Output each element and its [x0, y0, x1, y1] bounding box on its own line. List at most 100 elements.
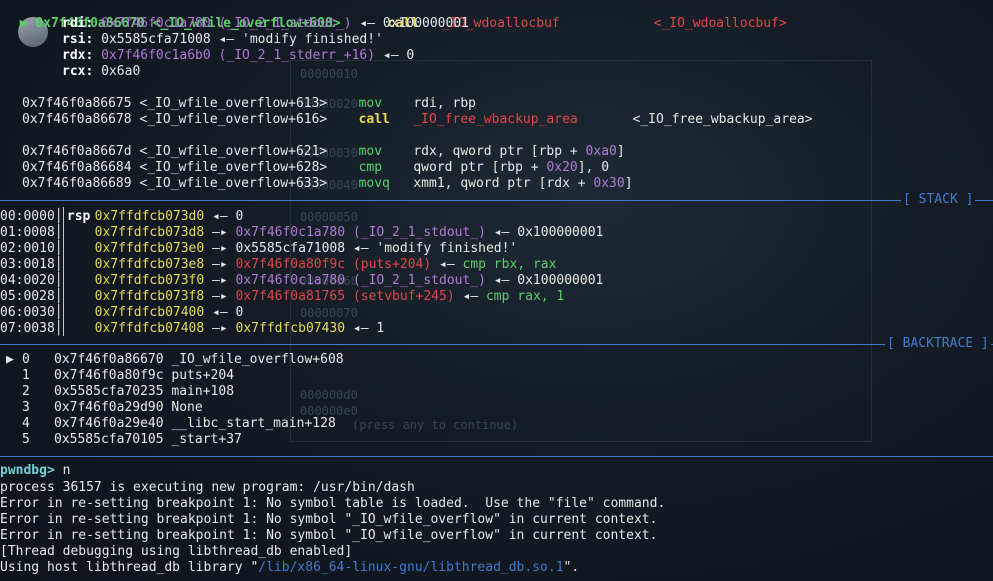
backtrace-frame[interactable]: ▶ 0 0x7f46f0a86670 _IO_wfile_overflow+608: [6, 352, 344, 368]
console-output-line: Error in re-setting breakpoint 1: No sym…: [0, 496, 666, 511]
ghost-hint: (press any to continue): [352, 418, 519, 432]
stack-row[interactable]: 02:0010│ 0x7ffdfcb073e0 —▸ 0x5585cfa71008…: [0, 241, 517, 257]
console-command[interactable]: n: [55, 463, 71, 478]
disasm-line[interactable]: 0x7f46f0a86684 <_IO_wfile_overflow+628> …: [22, 160, 609, 176]
ghost-hex-row: 00000050: [300, 210, 358, 224]
stack-row[interactable]: 00:0000│ rsp 0x7ffdfcb073d0 ◂— 0: [0, 209, 243, 225]
disasm-operands: rdi, rbp: [413, 96, 476, 111]
frame-symbol: _IO_wfile_overflow+608: [171, 352, 344, 367]
disasm-symbol: <_IO_wfile_overflow+633>: [139, 176, 328, 191]
frame-symbol: puts+204: [171, 368, 235, 383]
stack-register: rsp: [66, 209, 91, 224]
stack-value: 0: [235, 305, 244, 320]
stack-offset: 02:0010│: [0, 241, 63, 256]
stack-arrow: —▸: [204, 273, 236, 288]
frame-number: 5: [22, 432, 30, 447]
stack-deref: ◂— 0x100000001: [485, 273, 604, 288]
disasm-addr[interactable]: 0x7f46f0a8667d: [22, 144, 132, 159]
frame-address[interactable]: 0x7f46f0a29e40: [54, 416, 164, 431]
backtrace-title: [ BACKTRACE ]: [885, 336, 991, 352]
stack-address[interactable]: 0x7ffdfcb073f8: [95, 289, 205, 304]
console-output-line: Using host libthread_db library "/lib/x8…: [0, 560, 579, 576]
stack-instruction: cmp rbx, rax: [462, 257, 557, 272]
console-output-line: process 36157 is executing new program: …: [0, 480, 415, 495]
disasm-current-line[interactable]: ▶ 0x7f46f0a86670 <_IO_wfile_overflow+608…: [4, 0, 787, 31]
frame-symbol: __libc_start_main+128: [171, 416, 336, 431]
stack-row[interactable]: 07:0038│ 0x7ffdfcb07408 —▸ 0x7ffdfcb07430…: [0, 321, 384, 337]
backtrace-frame[interactable]: 3 0x7f46f0a29d90 None: [6, 400, 203, 416]
disasm-line[interactable]: 0x7f46f0a86689 <_IO_wfile_overflow+633> …: [22, 176, 633, 192]
disasm-opcode: mov: [358, 96, 383, 111]
stack-address[interactable]: 0x7ffdfcb073f0: [95, 273, 205, 288]
backtrace-frame[interactable]: 2 0x5585cfa70235 main+108: [6, 384, 234, 400]
stack-offset: 03:0018│: [0, 257, 63, 272]
frame-address[interactable]: 0x7f46f0a80f9c: [54, 368, 164, 383]
arg-deref: ◂— 0x100000001: [351, 16, 469, 31]
stack-offset: 04:0020│: [0, 273, 63, 288]
frame-address[interactable]: 0x5585cfa70235: [54, 384, 164, 399]
frame-number: 2: [22, 384, 30, 399]
disasm-addr[interactable]: 0x7f46f0a86689: [22, 176, 132, 191]
disasm-line[interactable]: 0x7f46f0a86678 <_IO_wfile_overflow+616> …: [22, 112, 813, 128]
ghost-hex-row: 00000010: [300, 67, 358, 81]
stack-address[interactable]: 0x7ffdfcb07408: [95, 321, 205, 336]
stack-row[interactable]: 01:0008│ 0x7ffdfcb073d8 —▸ 0x7f46f0c1a780…: [0, 225, 603, 241]
arg-reg: rdx:: [62, 48, 94, 63]
stack-deref: ◂— 1: [345, 321, 385, 336]
frame-number: 0: [22, 352, 30, 367]
frame-address[interactable]: 0x7f46f0a86670: [54, 352, 164, 367]
libthread-path[interactable]: /lib/x86_64-linux-gnu/libthread_db.so.1: [258, 560, 563, 575]
stack-row[interactable]: 06:0030│ 0x7ffdfcb07400 ◂— 0: [0, 305, 243, 321]
disasm-line[interactable]: 0x7f46f0a86675 <_IO_wfile_overflow+613> …: [22, 96, 476, 112]
stack-value: 0x5585cfa71008: [235, 241, 346, 256]
frame-marker: ▶: [6, 352, 14, 367]
stack-title: [ STACK ]: [901, 192, 976, 208]
backtrace-frame[interactable]: 4 0x7f46f0a29e40 __libc_start_main+128: [6, 416, 336, 432]
arg-rdx: rdx: 0x7f46f0c1a6b0 (_IO_2_1_stderr_+16)…: [62, 48, 414, 64]
stack-address[interactable]: 0x7ffdfcb073d0: [95, 209, 205, 224]
disasm-opcode: movq: [358, 176, 390, 191]
console-output-line: Error in re-setting breakpoint 1: No sym…: [0, 512, 658, 527]
frame-address[interactable]: 0x5585cfa70105: [54, 432, 164, 447]
disasm-addr[interactable]: 0x7f46f0a86675: [22, 96, 132, 111]
stack-row[interactable]: 04:0020│ 0x7ffdfcb073f0 —▸ 0x7f46f0c1a780…: [0, 273, 603, 289]
disasm-line[interactable]: 0x7f46f0a8667d <_IO_wfile_overflow+621> …: [22, 144, 625, 160]
ghost-hex-row: 00000070: [300, 306, 358, 320]
disasm-addr[interactable]: 0x7f46f0a86678: [22, 112, 132, 127]
frame-symbol: None: [171, 400, 203, 415]
disasm-addr[interactable]: 0x7f46f0a86684: [22, 160, 132, 175]
frame-number: 3: [22, 400, 30, 415]
backtrace-frame[interactable]: 1 0x7f46f0a80f9c puts+204: [6, 368, 234, 384]
arg-rsi: rsi: 0x5585cfa71008 ◂— 'modify finished!…: [62, 32, 383, 48]
stack-offset: 07:0038│: [0, 321, 63, 336]
disasm-immediate: 0x20: [546, 160, 578, 175]
backtrace-frame[interactable]: 5 0x5585cfa70105 _start+37: [6, 432, 242, 448]
stack-value: 0x7f46f0c1a780 (_IO_2_1_stdout_): [235, 225, 486, 240]
console-prompt-line[interactable]: pwndbg> n: [0, 463, 70, 479]
stack-separator: [0, 200, 993, 201]
stack-row[interactable]: 05:0028│ 0x7ffdfcb073f8 —▸ 0x7f46f0a81765…: [0, 289, 564, 305]
disasm-opcode: call: [358, 112, 390, 127]
stack-deref: ◂—: [431, 257, 463, 272]
disasm-immediate: 0x30: [593, 176, 625, 191]
stack-address[interactable]: 0x7ffdfcb073e8: [95, 257, 205, 272]
stack-arrow: —▸: [204, 321, 236, 336]
console-output-line: [Thread debugging using libthread_db ena…: [0, 544, 353, 559]
stack-address[interactable]: 0x7ffdfcb073d8: [95, 225, 205, 240]
console-separator: [0, 456, 993, 457]
stack-value: 0x7f46f0c1a780 (_IO_2_1_stdout_): [235, 273, 486, 288]
disasm-operands: qword ptr [rbp +: [413, 160, 547, 175]
frame-number: 1: [22, 368, 30, 383]
stack-address[interactable]: 0x7ffdfcb07400: [95, 305, 205, 320]
arg-value: 0x7f46f0c1a780 (_IO_2_1_stdout_): [101, 16, 352, 31]
stack-row[interactable]: 03:0018│ 0x7ffdfcb073e8 —▸ 0x7f46f0a80f9c…: [0, 257, 556, 273]
stack-value: 0: [235, 209, 244, 224]
disasm-call-target: _IO_free_wbackup_area: [413, 112, 578, 127]
frame-address[interactable]: 0x7f46f0a29d90: [54, 400, 164, 415]
frame-number: 4: [22, 416, 30, 431]
disasm-immediate: 0xa0: [585, 144, 617, 159]
stack-address[interactable]: 0x7ffdfcb073e0: [95, 241, 205, 256]
stack-deref: ◂— 0x100000001: [485, 225, 604, 240]
stack-deref: ◂—: [454, 289, 486, 304]
arg-value: 0x5585cfa71008: [101, 32, 211, 47]
